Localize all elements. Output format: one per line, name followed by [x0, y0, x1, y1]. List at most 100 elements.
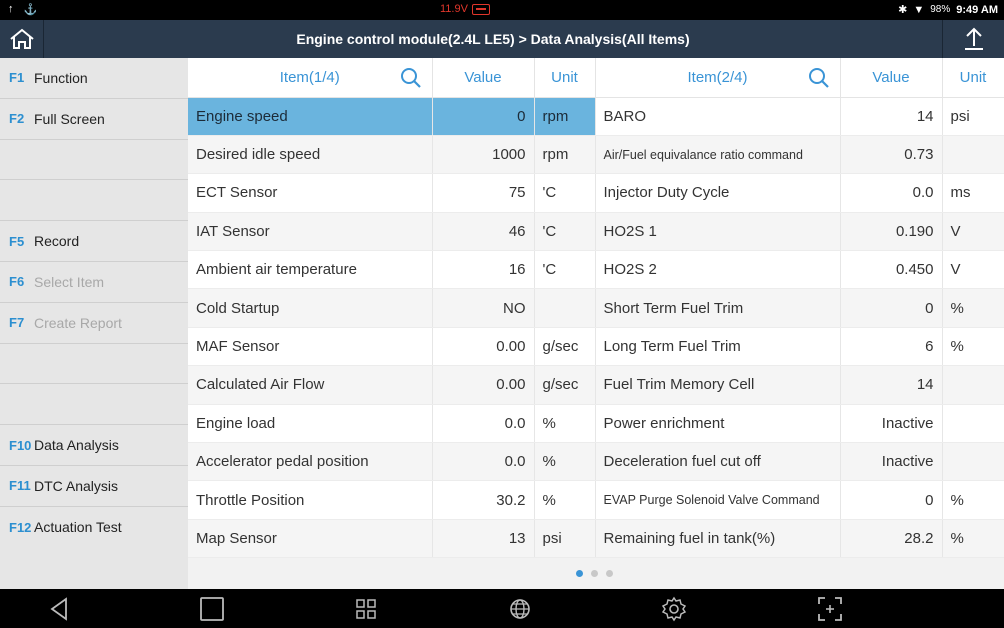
item-name[interactable]: Power enrichment: [595, 404, 841, 444]
item-name[interactable]: BARO: [595, 97, 841, 136]
item-name[interactable]: Air/Fuel equivalance ratio command: [595, 135, 841, 175]
data-panel: Item(1/4) Value Unit Item(2/4) Value Uni…: [188, 58, 1004, 589]
item-name[interactable]: Long Term Fuel Trim: [595, 327, 841, 367]
item-name[interactable]: EVAP Purge Solenoid Valve Command: [595, 480, 841, 520]
item-unit: rpm: [534, 135, 596, 175]
item-value: 0.190: [840, 212, 943, 252]
item-name[interactable]: Engine speed: [188, 97, 433, 136]
item-name[interactable]: IAT Sensor: [188, 212, 433, 252]
table-row[interactable]: Engine speed 0 rpm BARO 14 psi: [188, 97, 1004, 136]
item-value: 13: [432, 519, 535, 559]
settings-button[interactable]: [660, 595, 688, 623]
item-value: 46: [432, 212, 535, 252]
item-name[interactable]: Calculated Air Flow: [188, 365, 433, 405]
item-name[interactable]: Deceleration fuel cut off: [595, 442, 841, 482]
home-nav-button[interactable]: [198, 595, 226, 623]
item-value: 0: [840, 288, 943, 328]
item-name[interactable]: Injector Duty Cycle: [595, 173, 841, 213]
item-name[interactable]: ECT Sensor: [188, 173, 433, 213]
item-value: 0.0: [432, 442, 535, 482]
screenshot-button[interactable]: [816, 595, 844, 623]
column-header-item-1[interactable]: Item(1/4): [188, 58, 433, 98]
item-unit: 'C: [534, 173, 596, 213]
status-bar: ↑ ⚓ 11.9V ✱ ▼ 98% 9:49 AM: [0, 0, 1004, 20]
table-row[interactable]: MAF Sensor 0.00 g/sec Long Term Fuel Trim 6%: [188, 327, 1004, 367]
item-name[interactable]: Desired idle speed: [188, 135, 433, 175]
home-icon: [9, 28, 34, 49]
function-key-label: Create Report: [34, 314, 122, 331]
table-row[interactable]: Calculated Air Flow 0.00 g/sec Fuel Trim Me…: [188, 365, 1004, 405]
function-key-code: F10: [9, 437, 32, 453]
item-value: Inactive: [840, 442, 943, 482]
data-table: Item(1/4) Value Unit Item(2/4) Value Uni…: [188, 58, 1004, 559]
item-unit: 'C: [534, 212, 596, 252]
function-key-create-report[interactable]: F7 Create Report: [0, 303, 188, 344]
search-icon[interactable]: [808, 67, 830, 89]
item-unit: %: [534, 404, 596, 444]
function-key-full-screen[interactable]: F2 Full Screen: [0, 99, 188, 140]
function-key-select-item[interactable]: F6 Select Item: [0, 262, 188, 303]
table-row[interactable]: Map Sensor 13 psi Remaining fuel in tank(%)…: [188, 519, 1004, 559]
table-row[interactable]: Cold Startup NO Short Term Fuel Trim 0%: [188, 288, 1004, 328]
usb-icon: ⚓: [23, 4, 38, 16]
table-row[interactable]: Ambient air temperature 16 'C HO2S 2 0.450 V: [188, 250, 1004, 290]
apps-icon: [356, 599, 376, 619]
item-name[interactable]: HO2S 2: [595, 250, 841, 290]
browser-button[interactable]: [506, 595, 534, 623]
item-unit: [942, 404, 1004, 444]
column-header-item-2[interactable]: Item(2/4): [595, 58, 841, 98]
item-unit: psi: [942, 97, 1004, 136]
search-icon[interactable]: [400, 67, 422, 89]
function-key-label: Record: [34, 233, 80, 250]
page-dot[interactable]: [576, 570, 583, 577]
item-name[interactable]: Engine load: [188, 404, 433, 444]
apps-button[interactable]: [352, 595, 380, 623]
item-name[interactable]: Ambient air temperature: [188, 250, 433, 290]
item-unit: [942, 135, 1004, 175]
table-row[interactable]: Accelerator pedal position 0.0% Decelerati…: [188, 442, 1004, 482]
column-header-unit-1: Unit: [534, 58, 596, 98]
function-key-data-analysis[interactable]: F10 Data Analysis: [0, 425, 188, 466]
item-name[interactable]: Fuel Trim Memory Cell: [595, 365, 841, 405]
item-unit: [942, 442, 1004, 482]
column-header-unit-2: Unit: [942, 58, 1004, 98]
item-name[interactable]: HO2S 1: [595, 212, 841, 252]
screenshot-icon: [818, 597, 842, 621]
function-key-empty: [0, 140, 188, 181]
item-value: 1000: [432, 135, 535, 175]
item-name[interactable]: Accelerator pedal position: [188, 442, 433, 482]
page-dot[interactable]: [591, 570, 598, 577]
voltage-indicator: 11.9V: [440, 3, 490, 15]
item-value: 0.00: [432, 365, 535, 405]
export-button[interactable]: [942, 20, 1004, 58]
table-row[interactable]: Desired idle speed 1000 rpm Air/Fuel equiva…: [188, 135, 1004, 175]
item-name[interactable]: Map Sensor: [188, 519, 433, 559]
function-key-function[interactable]: F1 Function: [0, 58, 188, 99]
function-key-code: F6: [9, 274, 25, 290]
function-key-dtc-analysis[interactable]: F11 DTC Analysis: [0, 466, 188, 507]
item-value: 0.450: [840, 250, 943, 290]
item-name[interactable]: Throttle Position: [188, 480, 433, 520]
item-value: 75: [432, 173, 535, 213]
page-dot[interactable]: [606, 570, 613, 577]
table-row[interactable]: IAT Sensor 46 'C HO2S 1 0.190 V: [188, 212, 1004, 252]
function-key-label: Select Item: [34, 273, 105, 290]
function-key-record[interactable]: F5 Record: [0, 221, 188, 262]
table-row[interactable]: Throttle Position 30.2% EVAP Purge Solenoi…: [188, 480, 1004, 520]
item-name[interactable]: Short Term Fuel Trim: [595, 288, 841, 328]
function-key-empty: [0, 384, 188, 426]
table-row[interactable]: Engine load 0.0% Power enrichment Inactive: [188, 404, 1004, 444]
function-key-code: F11: [9, 478, 31, 494]
page-title: Engine control module(2.4L LE5) > Data A…: [296, 31, 690, 47]
table-row[interactable]: ECT Sensor 75 'C Injector Duty Cycle 0.0 ms: [188, 173, 1004, 213]
item-name[interactable]: MAF Sensor: [188, 327, 433, 367]
back-button[interactable]: [45, 595, 73, 623]
item-name[interactable]: Cold Startup: [188, 288, 433, 328]
function-key-code: F2: [9, 111, 25, 127]
page-indicator[interactable]: [576, 570, 613, 577]
home-button[interactable]: [0, 20, 44, 58]
item-name[interactable]: Remaining fuel in tank(%): [595, 519, 841, 559]
item-unit: [534, 288, 596, 328]
function-key-actuation-test[interactable]: F12 Actuation Test: [0, 507, 188, 548]
home-nav-icon: [200, 597, 224, 621]
